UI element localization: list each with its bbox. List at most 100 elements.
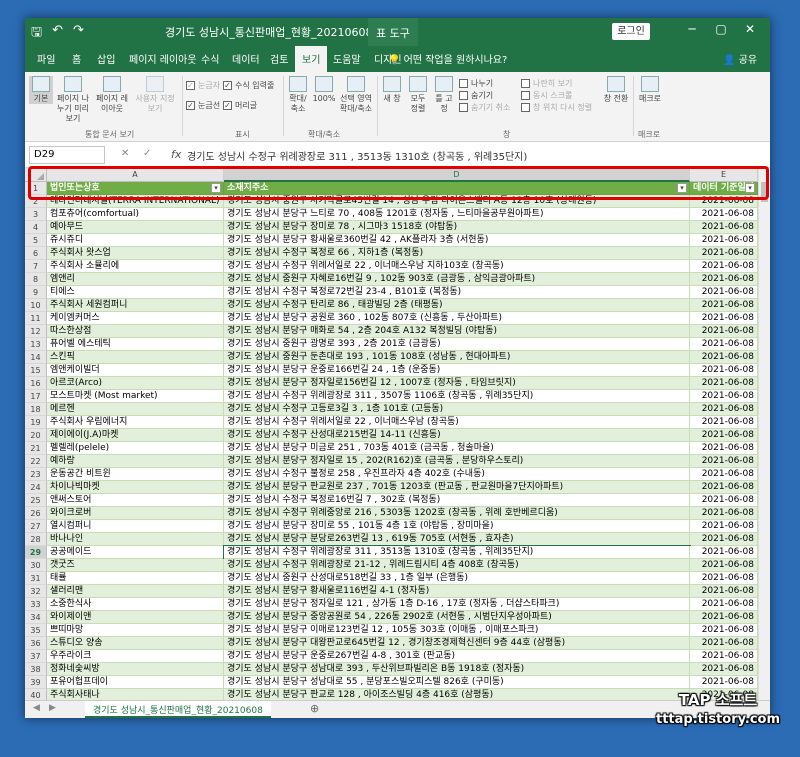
enter-icon[interactable]: ✓ — [143, 148, 151, 159]
row-number[interactable]: 22 — [25, 455, 47, 468]
minimize-button[interactable]: ─ — [680, 22, 704, 42]
cell-company[interactable]: 태률 — [47, 572, 224, 585]
row-number[interactable]: 5 — [25, 234, 47, 247]
row-number[interactable]: 28 — [25, 533, 47, 546]
row-number[interactable]: 37 — [25, 650, 47, 663]
macros-button[interactable]: 매크로 — [637, 76, 663, 104]
ruler-checkbox[interactable]: ✓ 눈금자 — [186, 80, 220, 91]
cell-date[interactable]: 2021-06-08 — [690, 299, 758, 312]
tab-home[interactable]: 홈 — [72, 51, 81, 66]
cell-address[interactable]: 경기도 성남시 중원구 둔촌대로 193 , 101동 108호 (성남동 , … — [224, 351, 690, 364]
cell-company[interactable]: 운동공간 비트윈 — [47, 468, 224, 481]
cell-company[interactable]: 앤써스토어 — [47, 494, 224, 507]
redo-icon[interactable]: ↷ — [73, 23, 84, 45]
cell-company[interactable]: 쁘띠마망 — [47, 624, 224, 637]
split-button[interactable]: 나누기 — [459, 78, 493, 89]
cell-address[interactable]: 경기도 성남시 분당구 미금로 251 , 703동 401호 (금곡동 , 청… — [224, 442, 690, 455]
cell-company[interactable]: 제이에이(J.A)마켓 — [47, 429, 224, 442]
arrange-all-button[interactable]: 모두 정렬 — [406, 76, 430, 114]
cell-company[interactable]: 와이제이앤 — [47, 611, 224, 624]
vertical-scrollbar[interactable] — [758, 168, 770, 700]
cell-address[interactable]: 경기도 성남시 분당구 정자일로 121 , 상가동 1층 D-16 , 17호… — [224, 598, 690, 611]
row-number[interactable]: 8 — [25, 273, 47, 286]
login-button[interactable]: 로그인 — [612, 23, 650, 40]
row-number[interactable]: 11 — [25, 312, 47, 325]
cell-company[interactable]: 아르코(Arco) — [47, 377, 224, 390]
header-cell-company[interactable]: 법인또는상호 ▾ — [47, 182, 224, 195]
tab-help[interactable]: 도움말 — [333, 51, 361, 66]
cell-address[interactable]: 경기도 성남시 분당구 운중로267번길 4-8 , 301호 (판교동) — [224, 650, 690, 663]
sheet-tab[interactable]: 경기도 성남시_통신판매업_현황_20210608 — [85, 701, 271, 718]
tell-me-search[interactable]: 💡 어떤 작업을 원하시나요? — [388, 51, 507, 66]
filter-dropdown-icon[interactable]: ▾ — [745, 183, 755, 193]
row-number[interactable]: 31 — [25, 572, 47, 585]
cell-company[interactable]: 케이엠커머스 — [47, 312, 224, 325]
cell-address[interactable]: 경기도 성남시 수정구 위례광장로 311 , 3507동 1106호 (창곡동… — [224, 390, 690, 403]
row-number[interactable]: 29 — [25, 546, 47, 559]
cell-date[interactable]: 2021-06-08 — [690, 312, 758, 325]
row-number[interactable]: 16 — [25, 377, 47, 390]
cell-date[interactable]: 2021-06-08 — [690, 195, 758, 208]
cell-address[interactable]: 경기도 성남시 수정구 고등로3길 3 , 1층 101호 (고등동) — [224, 403, 690, 416]
insert-function-icon[interactable]: fx — [171, 148, 181, 161]
undo-icon[interactable]: ↶ — [52, 23, 63, 45]
cell-date[interactable]: 2021-06-08 — [690, 546, 758, 559]
formula-bar-checkbox[interactable]: ✓ 수식 입력줄 — [223, 80, 274, 91]
cell-address[interactable]: 경기도 성남시 수정구 복정로 66 , 지하1층 (복정동) — [224, 247, 690, 260]
row-number[interactable]: 23 — [25, 468, 47, 481]
cell-company[interactable]: 펠렐레(pelele) — [47, 442, 224, 455]
row-number[interactable]: 40 — [25, 689, 47, 700]
cell-company[interactable]: 쥬시쥬디 — [47, 234, 224, 247]
column-header-d[interactable]: D — [224, 168, 690, 182]
row-number[interactable]: 10 — [25, 299, 47, 312]
row-number[interactable]: 33 — [25, 598, 47, 611]
cell-company[interactable]: 주식회사 소뮬리에 — [47, 260, 224, 273]
cell-address[interactable]: 경기도 성남시 분당구 중앙공원로 54 , 226동 2902호 (서현동 ,… — [224, 611, 690, 624]
cell-date[interactable]: 2021-06-08 — [690, 520, 758, 533]
cell-company[interactable]: 예아무드 — [47, 221, 224, 234]
add-sheet-icon[interactable]: ⊕ — [310, 702, 319, 715]
cell-company[interactable]: 차이나빅마켓 — [47, 481, 224, 494]
cell-address[interactable]: 경기도 성남시 중원구 산성대로518번길 33 , 1층 일부 (은행동) — [224, 572, 690, 585]
custom-views-button[interactable]: 사용자 지정 보기 — [131, 76, 179, 114]
cell-date[interactable]: 2021-06-08 — [690, 221, 758, 234]
row-number[interactable]: 32 — [25, 585, 47, 598]
cell-date[interactable]: 2021-06-08 — [690, 442, 758, 455]
cell-date[interactable]: 2021-06-08 — [690, 455, 758, 468]
cell-date[interactable]: 2021-06-08 — [690, 247, 758, 260]
cell-address[interactable]: 경기도 성남시 분당구 장미로 78 , 시그마3 1518호 (야탑동) — [224, 221, 690, 234]
zoom-button[interactable]: 확대/축소 — [286, 76, 310, 114]
cell-date[interactable]: 2021-06-08 — [690, 572, 758, 585]
cell-date[interactable]: 2021-06-08 — [690, 286, 758, 299]
cell-address[interactable]: 경기도 성남시 분당구 분당로263번길 13 , 619동 705호 (서현동… — [224, 533, 690, 546]
view-side-by-side-button[interactable]: 나란히 보기 — [521, 78, 572, 89]
cell-address[interactable]: 경기도 성남시 수정구 위례광장로 21-12 , 위례드림시티 4층 408호… — [224, 559, 690, 572]
column-header-a[interactable]: A — [47, 168, 224, 182]
tab-view[interactable]: 보기 — [295, 46, 328, 72]
cell-company[interactable]: 열시컴퍼니 — [47, 520, 224, 533]
cell-company[interactable]: 퓨어벨 에스테틱 — [47, 338, 224, 351]
cell-date[interactable]: 2021-06-08 — [690, 390, 758, 403]
row-number[interactable]: 1 — [25, 182, 47, 195]
cell-address[interactable]: 경기도 성남시 중원구 사기막골로45번길 14 , 성남 우림 라이온스밸리 … — [224, 195, 690, 208]
row-number[interactable]: 26 — [25, 507, 47, 520]
cell-company[interactable]: 포유어헙프데이 — [47, 676, 224, 689]
share-button[interactable]: 👤 공유 — [723, 51, 757, 66]
row-number[interactable]: 39 — [25, 676, 47, 689]
cell-date[interactable]: 2021-06-08 — [690, 598, 758, 611]
cell-date[interactable]: 2021-06-08 — [690, 494, 758, 507]
cell-date[interactable]: 2021-06-08 — [690, 338, 758, 351]
normal-view-button[interactable]: 기본 — [29, 76, 53, 104]
cell-company[interactable]: 우주라이크 — [47, 650, 224, 663]
zoom-100-button[interactable]: 100% — [312, 76, 336, 104]
row-number[interactable]: 35 — [25, 624, 47, 637]
cell-date[interactable]: 2021-06-08 — [690, 663, 758, 676]
cell-date[interactable]: 2021-06-08 — [690, 403, 758, 416]
cell-address[interactable]: 경기도 성남시 분당구 공원로 360 , 102동 807호 (신흥동 , 두… — [224, 312, 690, 325]
cell-company[interactable]: 메르헨 — [47, 403, 224, 416]
cell-date[interactable]: 2021-06-08 — [690, 676, 758, 689]
cell-address[interactable]: 경기도 성남시 분당구 이매로123번길 12 , 105동 303호 (이매동… — [224, 624, 690, 637]
cell-date[interactable]: 2021-06-08 — [690, 234, 758, 247]
tab-page-layout[interactable]: 페이지 레이아웃 — [129, 51, 197, 66]
cell-address[interactable]: 경기도 성남시 수정구 위례광장로 311 , 3513동 1310호 (창곡동… — [223, 545, 691, 560]
